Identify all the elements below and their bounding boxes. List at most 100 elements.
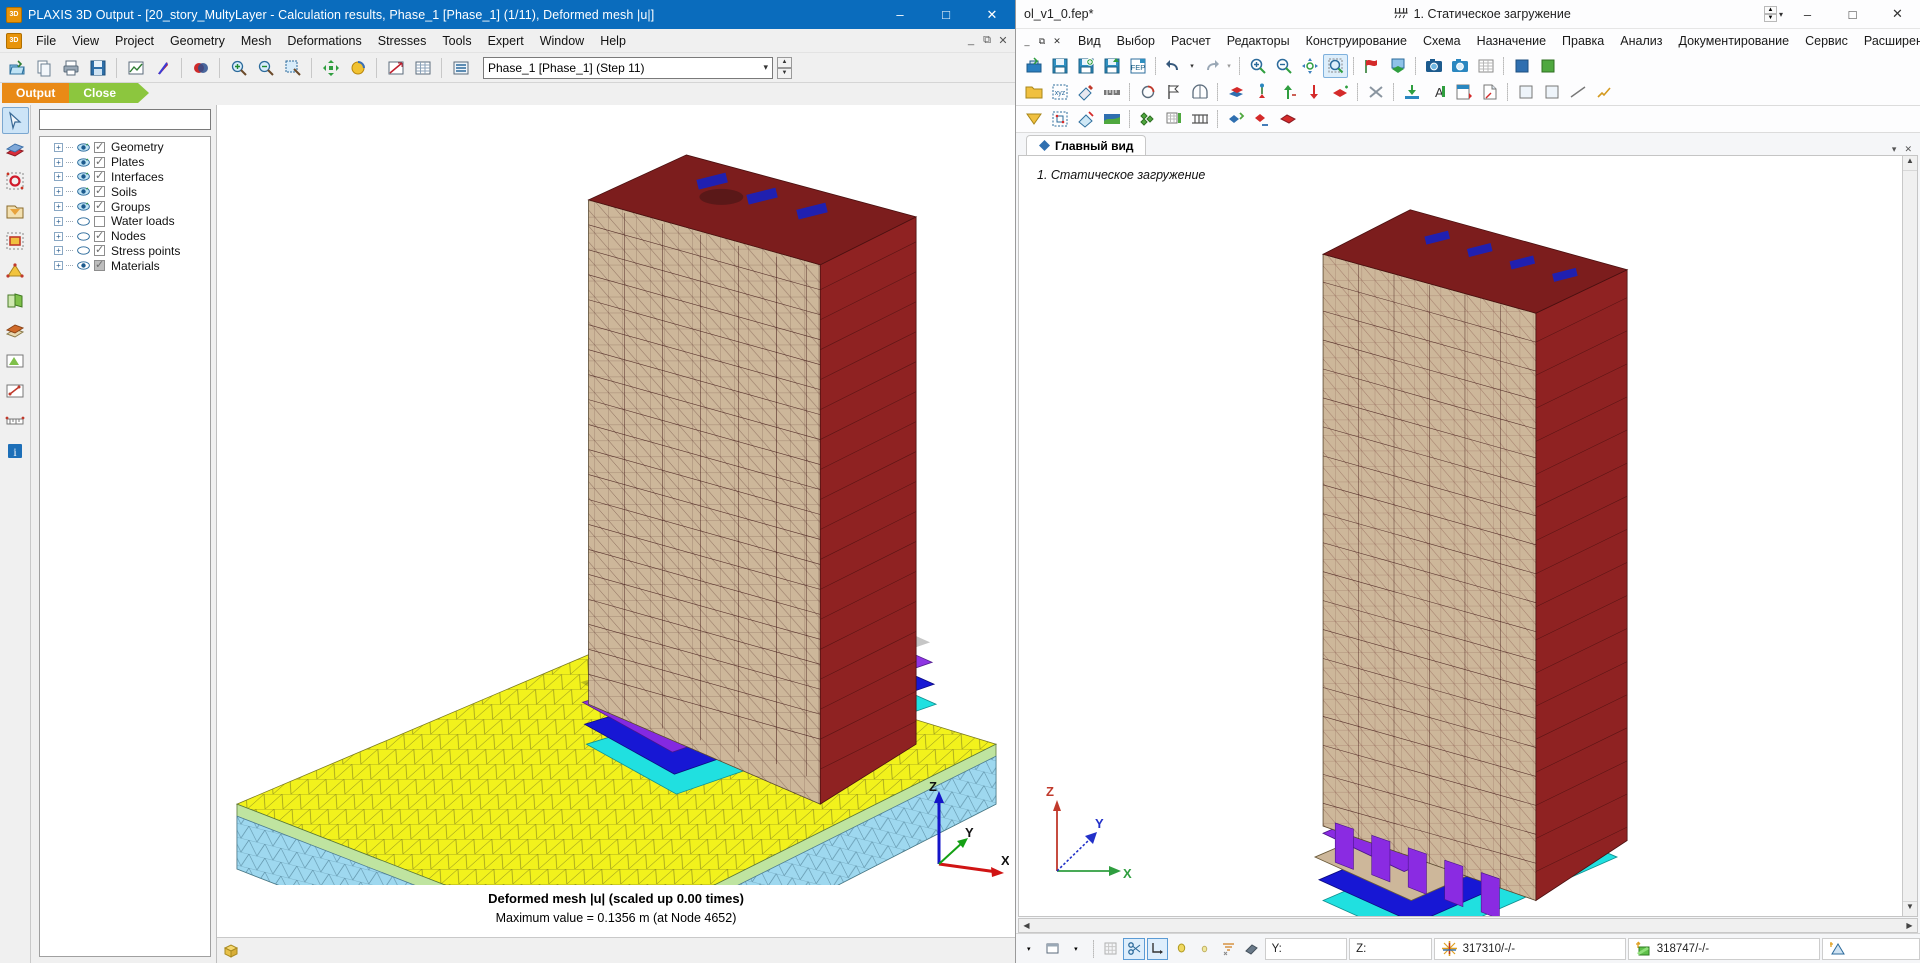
open-project-icon[interactable] bbox=[4, 55, 29, 80]
scroll-right-arrow[interactable]: ▶ bbox=[1902, 921, 1917, 930]
menu-stresses[interactable]: Stresses bbox=[370, 31, 435, 51]
paint-icon[interactable] bbox=[1073, 80, 1098, 104]
menu-servis[interactable]: Сервис bbox=[1797, 32, 1856, 50]
select-arrow-icon[interactable] bbox=[1, 107, 29, 134]
menu-help[interactable]: Help bbox=[592, 31, 634, 51]
plate-slice-icon[interactable] bbox=[2, 137, 29, 164]
flag-icon[interactable] bbox=[1359, 54, 1384, 78]
chevron-close[interactable]: Close bbox=[69, 83, 149, 103]
maximize-button[interactable]: □ bbox=[1830, 0, 1875, 29]
copy-icon[interactable] bbox=[31, 55, 56, 80]
tab-main-view[interactable]: Главный вид bbox=[1026, 135, 1147, 155]
menu-naznachenie[interactable]: Назначение bbox=[1469, 32, 1554, 50]
eye-icon[interactable] bbox=[76, 157, 91, 168]
menu-rasshireniya[interactable]: Расширения bbox=[1856, 32, 1920, 50]
menu-tools[interactable]: Tools bbox=[434, 31, 479, 51]
eye-off-icon[interactable] bbox=[76, 216, 91, 227]
menu-vybor[interactable]: Выбор bbox=[1109, 32, 1163, 50]
rect-select-icon[interactable] bbox=[2, 227, 29, 254]
zoom-in-icon[interactable] bbox=[1245, 54, 1270, 78]
angle-field[interactable] bbox=[1821, 937, 1920, 960]
redo-icon[interactable] bbox=[1198, 54, 1223, 78]
grid-node-icon[interactable] bbox=[1047, 107, 1072, 131]
delete-x-icon[interactable] bbox=[1363, 80, 1388, 104]
visibility-checkbox[interactable] bbox=[94, 229, 105, 242]
green-arrow-icon[interactable] bbox=[1275, 80, 1300, 104]
menu-vid[interactable]: Вид bbox=[1070, 32, 1109, 50]
scroll-left-arrow[interactable]: ◀ bbox=[1019, 921, 1034, 930]
color-scale-icon[interactable] bbox=[188, 55, 213, 80]
open-icon[interactable] bbox=[1047, 54, 1072, 78]
plaxis-viewport[interactable]: Z Y X Deformed mesh |u| (scaled up 0.00 … bbox=[217, 105, 1015, 963]
info-icon[interactable] bbox=[1513, 80, 1538, 104]
eraser-icon[interactable] bbox=[1241, 938, 1263, 960]
ruler-icon[interactable] bbox=[2, 407, 29, 434]
chevron-output[interactable]: Output bbox=[2, 83, 89, 103]
red-arrow-icon[interactable] bbox=[1301, 80, 1326, 104]
cut-icon[interactable] bbox=[1073, 107, 1098, 131]
ruler-icon[interactable] bbox=[1099, 80, 1124, 104]
cube-icon[interactable] bbox=[223, 943, 239, 959]
draw-section-icon[interactable] bbox=[383, 55, 408, 80]
rotate-icon[interactable] bbox=[1135, 80, 1160, 104]
tree-item-groups[interactable]: + Groups bbox=[40, 199, 210, 214]
mdi-minimize-button[interactable]: _ bbox=[964, 34, 978, 47]
save-view-icon[interactable] bbox=[85, 55, 110, 80]
tree-item-interfaces[interactable]: + Interfaces bbox=[40, 169, 210, 185]
menu-project[interactable]: Project bbox=[107, 31, 162, 51]
settings-icon[interactable] bbox=[1591, 80, 1616, 104]
text-icon[interactable]: A bbox=[1425, 80, 1450, 104]
zoom-window-icon[interactable] bbox=[280, 55, 305, 80]
cross-section-icon[interactable] bbox=[2, 317, 29, 344]
spin-down-icon[interactable]: ▼ bbox=[777, 67, 792, 79]
volume-cut-icon[interactable] bbox=[2, 287, 29, 314]
redo-caret-icon[interactable]: ▾ bbox=[1224, 54, 1234, 78]
menu-shema[interactable]: Схема bbox=[1415, 32, 1469, 50]
menu-analiz[interactable]: Анализ bbox=[1612, 32, 1670, 50]
menu-deformations[interactable]: Deformations bbox=[279, 31, 369, 51]
new-doc-icon[interactable] bbox=[1021, 54, 1046, 78]
eye-icon[interactable] bbox=[76, 201, 91, 212]
eye-icon[interactable] bbox=[76, 245, 91, 256]
menu-expert[interactable]: Expert bbox=[480, 31, 532, 51]
distance-measure-icon[interactable] bbox=[2, 377, 29, 404]
camera2-icon[interactable] bbox=[1447, 54, 1472, 78]
blue-sq-icon[interactable] bbox=[1509, 54, 1534, 78]
zoom-out-icon[interactable] bbox=[253, 55, 278, 80]
point-select-icon[interactable] bbox=[2, 167, 29, 194]
window-icon[interactable] bbox=[1042, 938, 1064, 960]
triangle-icon[interactable] bbox=[1021, 107, 1046, 131]
close-button[interactable]: ✕ bbox=[969, 0, 1015, 29]
tree-item-water-loads[interactable]: + Water loads bbox=[40, 214, 210, 229]
rotate-icon[interactable] bbox=[345, 55, 370, 80]
element-count-field[interactable]: 318747/-/- bbox=[1627, 937, 1820, 960]
terrain-icon[interactable] bbox=[1099, 107, 1124, 131]
menu-geometry[interactable]: Geometry bbox=[162, 31, 233, 51]
close-button[interactable]: ✕ bbox=[1875, 0, 1920, 29]
mesh-icon[interactable] bbox=[1135, 107, 1160, 131]
measure-icon[interactable] bbox=[1565, 80, 1590, 104]
mdi-minimize-button[interactable]: _ bbox=[1020, 34, 1034, 48]
combine-icon[interactable] bbox=[1223, 107, 1248, 131]
screen-icon[interactable] bbox=[1385, 54, 1410, 78]
mdi-restore-button[interactable]: ⧉ bbox=[1035, 34, 1049, 48]
import-icon[interactable] bbox=[1399, 80, 1424, 104]
dropdown2-icon[interactable]: ▾ bbox=[1065, 938, 1087, 960]
maximize-button[interactable]: □ bbox=[923, 0, 969, 29]
node-count-field[interactable]: 317310/-/- bbox=[1433, 937, 1626, 960]
phase-step-spinner[interactable]: ▲ ▼ bbox=[777, 56, 792, 79]
zoom-window-icon[interactable] bbox=[1323, 53, 1348, 78]
camera-icon[interactable] bbox=[1421, 54, 1446, 78]
visibility-checkbox[interactable] bbox=[94, 140, 105, 153]
red-block-icon[interactable] bbox=[1327, 80, 1352, 104]
doc-icon[interactable] bbox=[1477, 80, 1502, 104]
tree-item-geometry[interactable]: + Geometry bbox=[40, 140, 210, 155]
green-sq-icon[interactable] bbox=[1535, 54, 1560, 78]
document-spinner[interactable]: ▲ ▼ ▾ bbox=[1763, 6, 1785, 22]
grid-icon[interactable] bbox=[1100, 938, 1122, 960]
save-icon[interactable] bbox=[1073, 54, 1098, 78]
expand-icon[interactable]: + bbox=[54, 216, 63, 226]
scroll-up-arrow[interactable]: ▲ bbox=[1903, 156, 1917, 171]
bulb-on-icon[interactable] bbox=[1170, 938, 1192, 960]
folder-icon[interactable] bbox=[1021, 80, 1046, 104]
